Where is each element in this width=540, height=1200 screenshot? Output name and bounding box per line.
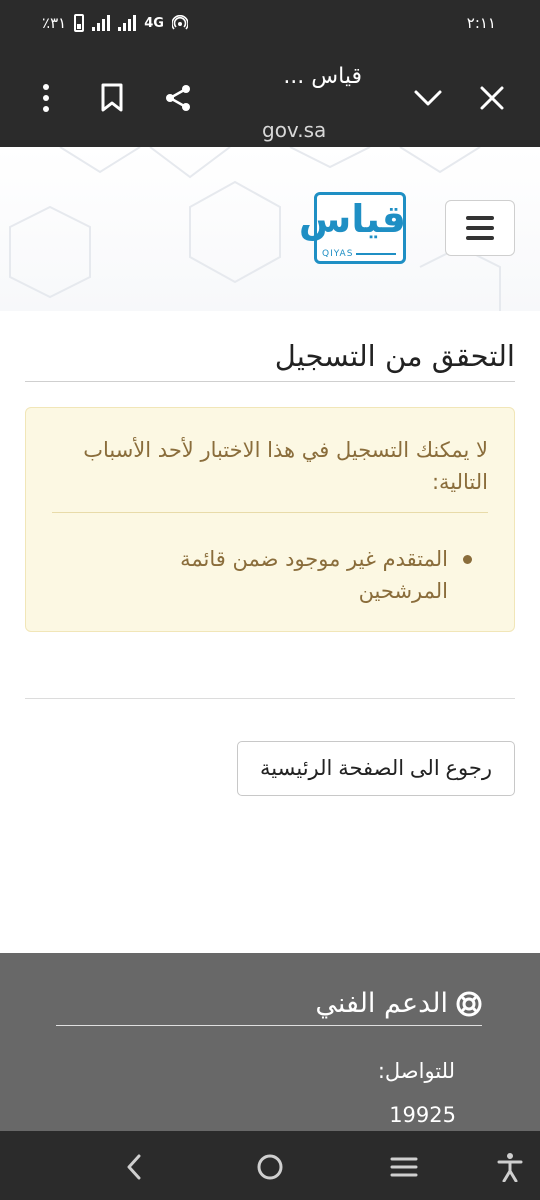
- support-title: الدعم الفني: [56, 988, 482, 1026]
- hamburger-menu-button[interactable]: [445, 200, 515, 256]
- hotspot-icon: [171, 15, 188, 30]
- status-indicators: ٪٣١ 4G: [42, 14, 188, 32]
- site-header: قياس QIYAS: [0, 147, 540, 311]
- page-heading: التحقق من التسجيل: [25, 311, 515, 382]
- back-icon: [127, 1154, 141, 1180]
- contact-label: للتواصل:: [377, 1059, 455, 1083]
- recents-icon: [390, 1157, 418, 1177]
- bookmark-button[interactable]: [92, 78, 132, 118]
- support-title-text: الدعم الفني: [315, 988, 448, 1019]
- more-options-button[interactable]: [26, 78, 66, 118]
- back-to-home-button[interactable]: رجوع الى الصفحة الرئيسية: [237, 741, 515, 796]
- share-button[interactable]: [158, 78, 198, 118]
- nav-back-button[interactable]: [114, 1147, 154, 1187]
- warning-alert: لا يمكنك التسجيل في هذا الاختبار لأحد ال…: [25, 407, 515, 632]
- logo-text-arabic: قياس: [298, 197, 406, 241]
- network-type: 4G: [144, 15, 164, 31]
- contact-number[interactable]: 19925: [389, 1103, 456, 1127]
- close-icon: [480, 86, 504, 110]
- browser-toolbar: قياس ... gov.sa: [0, 50, 540, 147]
- battery-icon: [74, 14, 85, 32]
- main-content: التحقق من التسجيل لا يمكنك التسجيل في هذ…: [25, 311, 515, 796]
- nav-home-button[interactable]: [250, 1147, 290, 1187]
- logo-divider: [356, 253, 396, 255]
- page-title: قياس ...: [283, 64, 362, 89]
- signal-icon-2: [118, 15, 137, 31]
- minimize-button[interactable]: [408, 78, 448, 118]
- logo-text-english: QIYAS: [322, 249, 354, 259]
- hamburger-icon: [466, 216, 494, 220]
- qiyas-logo[interactable]: قياس QIYAS: [298, 192, 406, 264]
- android-navigation-bar: [0, 1131, 540, 1200]
- more-vert-icon: [43, 84, 49, 112]
- accessibility-button[interactable]: [490, 1147, 530, 1187]
- footer-support: الدعم الفني للتواصل: 19925: [0, 953, 540, 1131]
- bookmark-icon: [101, 83, 123, 112]
- chevron-down-icon: [414, 90, 442, 106]
- close-tab-button[interactable]: [472, 78, 512, 118]
- status-bar: ٪٣١ 4G ٢:١١: [0, 0, 540, 50]
- alert-message: لا يمكنك التسجيل في هذا الاختبار لأحد ال…: [52, 434, 488, 513]
- list-item: المتقدم غير موجود ضمن قائمة المرشحين: [52, 543, 488, 607]
- page-url[interactable]: gov.sa: [262, 118, 326, 142]
- battery-percentage: ٪٣١: [42, 14, 67, 32]
- content-divider: [25, 698, 515, 699]
- nav-recents-button[interactable]: [384, 1147, 424, 1187]
- share-icon: [166, 85, 190, 111]
- lifebuoy-icon: [456, 991, 482, 1016]
- signal-icon: [92, 15, 111, 31]
- accessibility-icon: [497, 1153, 523, 1182]
- status-time: ٢:١١: [466, 14, 496, 32]
- home-circle-icon: [257, 1154, 283, 1180]
- reasons-list: المتقدم غير موجود ضمن قائمة المرشحين: [52, 543, 488, 607]
